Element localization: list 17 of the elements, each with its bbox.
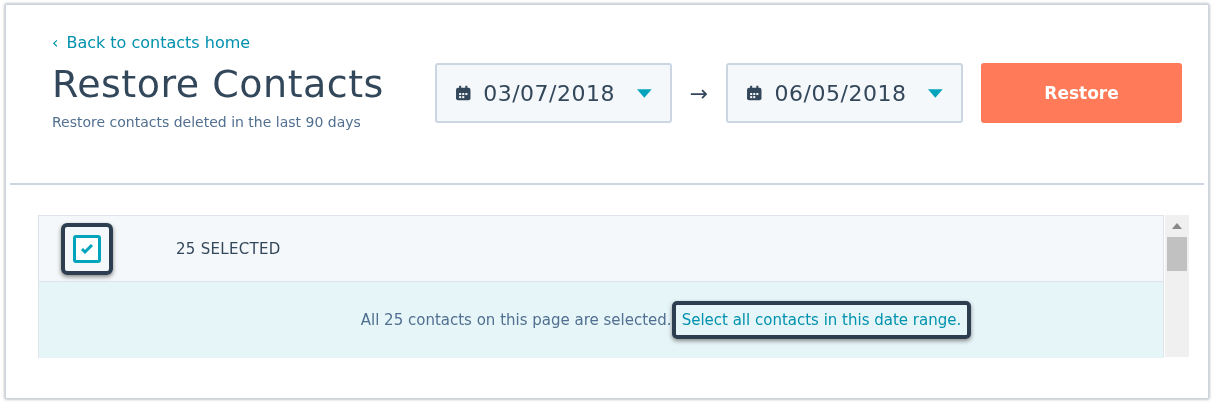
- page-subtitle: Restore contacts deleted in the last 90 days: [52, 114, 362, 130]
- back-link[interactable]: ‹ Back to contacts home: [52, 33, 405, 52]
- caret-icon: [928, 88, 944, 98]
- end-date-picker[interactable]: 06/05/2018: [726, 63, 964, 123]
- arrow-icon: →: [689, 80, 709, 106]
- page-title: Restore Contacts: [52, 62, 385, 106]
- select-all-link[interactable]: Select all contacts in this date range.: [671, 301, 972, 339]
- select-all-checkbox[interactable]: [73, 234, 101, 263]
- calendar-icon: [746, 84, 763, 102]
- chevron-left-icon: ‹: [52, 33, 59, 52]
- scrollbar[interactable]: [1165, 215, 1189, 357]
- restore-button[interactable]: Restore: [981, 63, 1182, 123]
- selected-count: 25 SELECTED: [176, 239, 281, 258]
- caret-icon: [636, 88, 652, 98]
- start-date-picker[interactable]: 03/07/2018: [434, 63, 672, 123]
- calendar-icon: [454, 84, 472, 102]
- selection-message: All 25 contacts on this page are selected.: [360, 311, 672, 329]
